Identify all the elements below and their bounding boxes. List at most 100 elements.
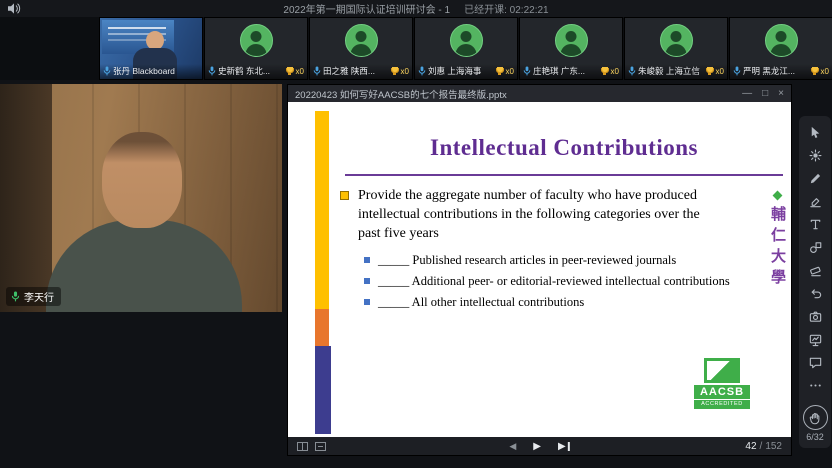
participant-thumb[interactable]: 史新鹤 东北... x0 xyxy=(204,17,308,80)
elapsed-time: 已经开课: 02:22:21 xyxy=(464,1,548,16)
trophy-icon xyxy=(706,67,714,75)
slide[interactable]: Intellectual Contributions Provide the a… xyxy=(288,102,791,437)
strip-spacer xyxy=(0,17,99,80)
aacsb-logo: AACSB ACCREDITED xyxy=(694,358,750,409)
minimize-button[interactable]: — xyxy=(742,89,752,99)
presentation-filename: 20220423 如何写好AACSB的七个报告最终版.pptx xyxy=(295,87,507,101)
slide-nav: ◀ ▶ ▶ xyxy=(509,441,569,452)
play-button[interactable]: ▶ xyxy=(533,441,541,452)
trophy-score: x0 xyxy=(601,67,619,76)
participant-name-row: 严明 黑龙江... x0 xyxy=(730,64,832,79)
participant-name-row: 刘惠 上海海事 x0 xyxy=(415,64,517,79)
undo-icon[interactable] xyxy=(802,282,828,305)
participant-thumb[interactable]: 朱峻毅 上海立信 x0 xyxy=(624,17,728,80)
slide-sub-bullets: _____ Published research articles in pee… xyxy=(364,251,730,314)
topbar: 2022年第一期国际认证培训研讨会 - 1 已经开课: 02:22:21 xyxy=(0,0,832,17)
avatar xyxy=(660,24,693,57)
trophy-score: x0 xyxy=(391,67,409,76)
participant-video-thumb[interactable]: 张丹 Blackboard xyxy=(99,17,203,80)
background-decor xyxy=(0,84,52,312)
sub-bullet-marker xyxy=(364,257,370,263)
microphone-icon xyxy=(523,66,531,76)
slide-bullet-text: Provide the aggregate number of faculty … xyxy=(358,186,703,243)
eraser-icon[interactable] xyxy=(802,259,828,282)
trophy-score: x0 xyxy=(496,67,514,76)
participant-thumb[interactable]: 庄艳琪 广东... x0 xyxy=(519,17,623,80)
university-mark: 輔仁大學 xyxy=(767,192,788,290)
slide-accent-orange xyxy=(315,309,329,346)
slide-accent-yellow xyxy=(315,111,329,309)
microphone-icon xyxy=(11,291,20,302)
shapes-icon[interactable] xyxy=(802,236,828,259)
trophy-icon xyxy=(601,67,609,75)
participant-name-row: 史新鹤 东北... x0 xyxy=(205,64,307,79)
presentation-bottombar: ◀ ▶ ▶ 42 / 152 xyxy=(288,437,791,455)
trophy-icon xyxy=(496,67,504,75)
grid-view-icon[interactable] xyxy=(297,442,308,451)
trophy-icon xyxy=(286,67,294,75)
aacsb-logo-name: AACSB xyxy=(694,385,750,399)
next-page-button[interactable]: ▶ xyxy=(558,441,570,452)
sub-bullet-marker xyxy=(364,299,370,305)
raise-hand-button[interactable] xyxy=(803,405,828,430)
raise-hand-icon xyxy=(808,411,822,425)
university-vertical-text: 輔仁大學 xyxy=(767,206,788,290)
slide-bullet: Provide the aggregate number of faculty … xyxy=(340,186,703,243)
trophy-icon xyxy=(811,67,819,75)
trophy-score: x0 xyxy=(811,67,829,76)
microphone-icon xyxy=(628,66,636,76)
slide-title: Intellectual Contributions xyxy=(345,135,783,161)
pencil-icon[interactable] xyxy=(802,167,828,190)
microphone-icon xyxy=(103,66,111,76)
microphone-icon xyxy=(733,66,741,76)
sub-bullet: _____ Additional peer- or editorial-revi… xyxy=(364,272,730,290)
slide-accent-indigo xyxy=(315,346,331,434)
laser-pointer-icon[interactable] xyxy=(802,144,828,167)
avatar xyxy=(765,24,798,57)
fju-logo-icon xyxy=(773,191,783,201)
prev-page-button[interactable]: ◀ xyxy=(509,441,516,452)
participant-name: 刘惠 上海海事 xyxy=(428,65,494,77)
maximize-button[interactable]: □ xyxy=(762,89,768,99)
participant-name-row: 田之雅 陕西... x0 xyxy=(310,64,412,79)
main-speaker-video[interactable]: 李天行 xyxy=(0,84,282,312)
speaker-icon[interactable] xyxy=(8,3,21,14)
title-underline xyxy=(345,174,783,176)
speaker-silhouette xyxy=(46,220,242,312)
speaker-silhouette xyxy=(102,132,182,228)
presentation-window: 20220423 如何写好AACSB的七个报告最终版.pptx — □ × In… xyxy=(287,84,792,456)
microphone-icon xyxy=(313,66,321,76)
speaker-name-label: 李天行 xyxy=(6,287,61,306)
sub-bullet: _____ Published research articles in pee… xyxy=(364,251,730,269)
sub-bullet: _____ All other intellectual contributio… xyxy=(364,293,730,311)
participant-thumb[interactable]: 刘惠 上海海事 x0 xyxy=(414,17,518,80)
participant-thumb[interactable]: 田之雅 陕西... x0 xyxy=(309,17,413,80)
participant-name: 庄艳琪 广东... xyxy=(533,65,599,77)
microphone-icon xyxy=(208,66,216,76)
avatar xyxy=(240,24,273,57)
text-tool-icon[interactable] xyxy=(802,213,828,236)
trophy-score: x0 xyxy=(286,67,304,76)
participant-strip: 张丹 Blackboard 史新鹤 东北... x0 田之雅 陕西... x0 xyxy=(0,17,832,80)
aacsb-logo-sub: ACCREDITED xyxy=(694,399,750,409)
whiteboard-icon[interactable] xyxy=(802,328,828,351)
annotate-view-icon[interactable] xyxy=(315,442,326,451)
trophy-score: x0 xyxy=(706,67,724,76)
close-button[interactable]: × xyxy=(778,89,784,99)
sub-bullet-text: _____ Additional peer- or editorial-revi… xyxy=(378,272,730,290)
chat-icon[interactable] xyxy=(802,351,828,374)
participant-name-row: 张丹 Blackboard xyxy=(100,64,202,79)
avatar xyxy=(555,24,588,57)
highlighter-icon[interactable] xyxy=(802,190,828,213)
meeting-title: 2022年第一期国际认证培训研讨会 - 1 xyxy=(283,1,450,16)
participant-thumb[interactable]: 严明 黑龙江... x0 xyxy=(729,17,832,80)
select-cursor-icon[interactable] xyxy=(802,121,828,144)
camera-icon[interactable] xyxy=(802,305,828,328)
aacsb-logo-icon xyxy=(704,358,740,383)
tool-rail: 6/32 xyxy=(799,116,831,448)
sub-bullet-text: _____ All other intellectual contributio… xyxy=(378,293,730,311)
sub-bullet-marker xyxy=(364,278,370,284)
more-tools-icon[interactable] xyxy=(802,374,828,397)
presentation-titlebar[interactable]: 20220423 如何写好AACSB的七个报告最终版.pptx — □ × xyxy=(288,85,791,102)
participant-name: 严明 黑龙江... xyxy=(743,65,809,77)
